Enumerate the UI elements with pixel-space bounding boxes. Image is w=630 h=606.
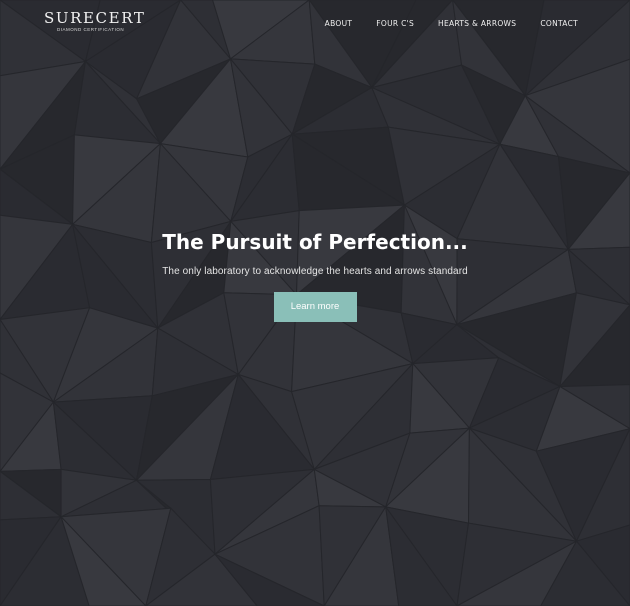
nav-item-about[interactable]: About [325,19,353,28]
hero-subtitle: The only laboratory to acknowledge the h… [162,266,468,277]
main-nav: About Four C's Hearts & Arrows Contact [325,19,578,28]
brand-tagline: Diamond Certification [57,27,125,32]
nav-item-contact[interactable]: Contact [540,19,578,28]
hero-section: The Pursuit of Perfection... The only la… [0,228,630,322]
nav-item-hearts-arrows[interactable]: Hearts & Arrows [438,19,516,28]
site-header: Surecert Diamond Certification About Fou… [0,0,630,48]
learn-more-button[interactable]: Learn more [273,292,357,322]
hero-title: The Pursuit of Perfection... [162,230,468,254]
brand-name: Surecert [44,9,146,27]
nav-item-four-cs[interactable]: Four C's [376,19,414,28]
brand-logo[interactable]: Surecert Diamond Certification [44,10,145,32]
